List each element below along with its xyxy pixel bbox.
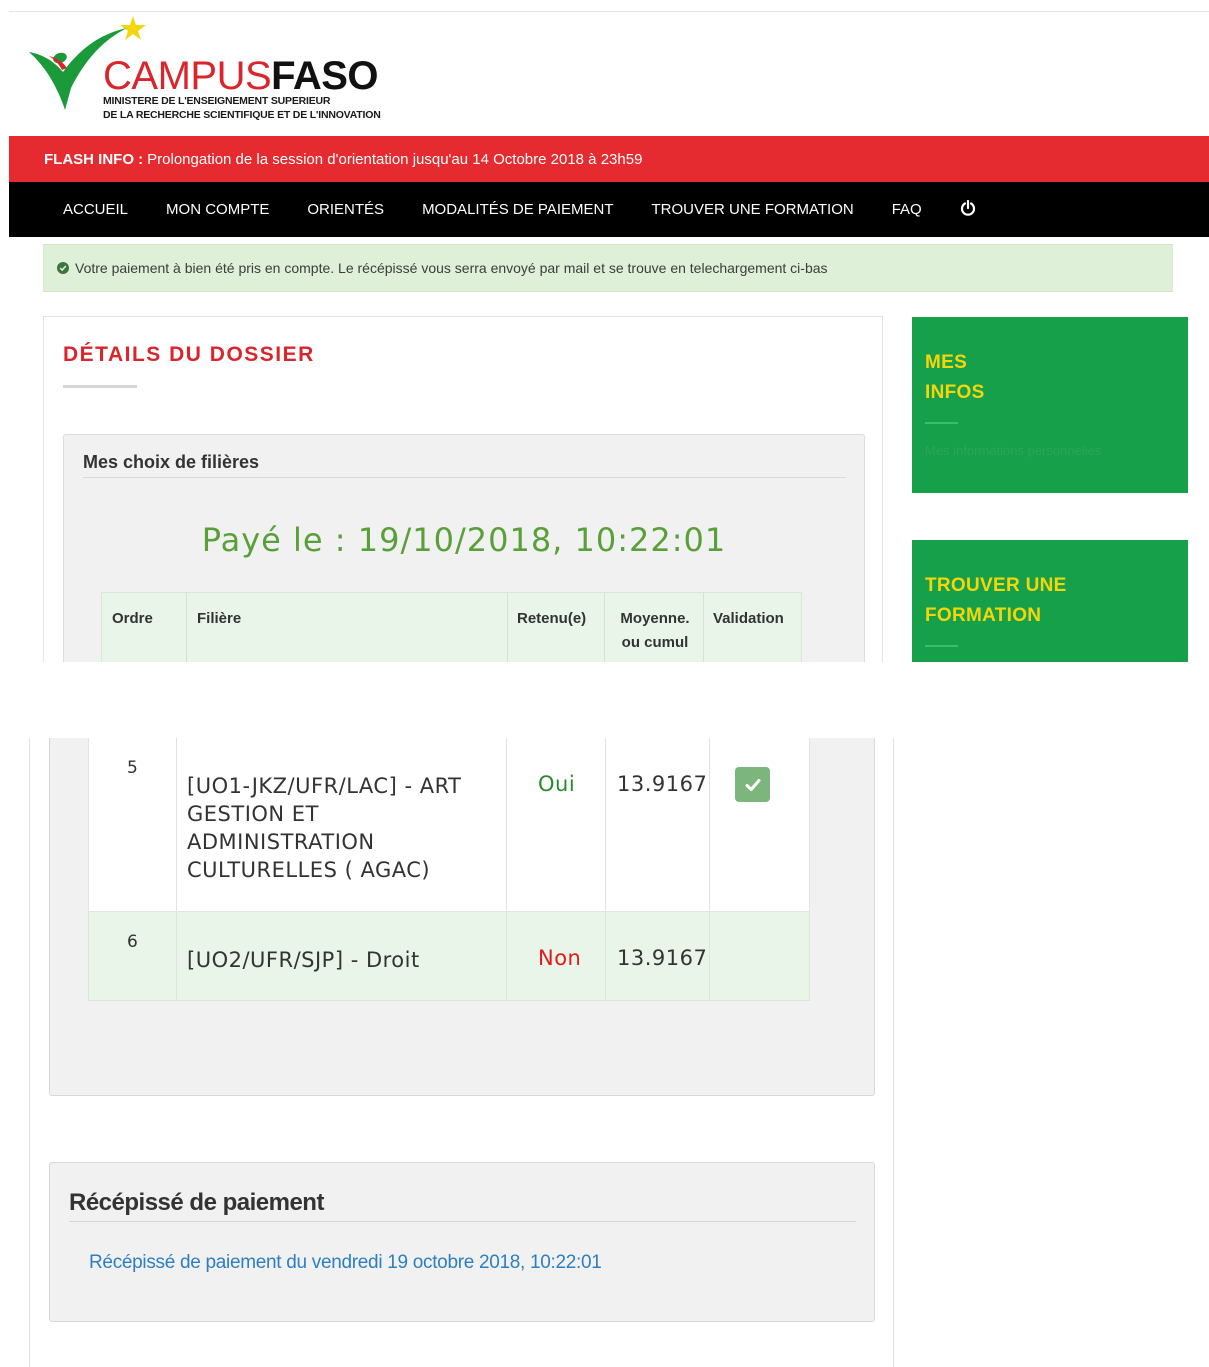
row-moyenne: 13.9167 [617,946,708,970]
receipt-panel: Récépissé de paiement Récépissé de paiem… [49,1162,875,1322]
row-retenu: Non [538,946,582,970]
flash-info-text: Prolongation de la session d'orientation… [147,150,643,168]
campusfaso-logo[interactable]: CAMPUSFASO MINISTERE DE L'ENSEIGNEMENT S… [27,14,447,126]
trouver-formation-title-line2: FORMATION [925,605,1042,626]
header-moyenne: Moyenne. ou cumul [615,607,695,655]
header-moyenne-line1: Moyenne. [620,610,690,627]
cell-divider [709,738,710,911]
choices-panel: Mes choix de filières Payé le : 19/10/20… [63,434,865,662]
alert-text: Votre paiement à bien été pris en compte… [75,260,828,276]
logo-subtitle-line2: DE LA RECHERCHE SCIENTIFIQUE ET DE L'INN… [103,109,381,121]
mes-infos-title-line2: INFOS [925,382,985,403]
title-underline [63,385,137,388]
validated-check-icon [735,767,770,802]
sidebar-mes-infos[interactable]: MES INFOS Mes informations personnelles [912,317,1188,493]
header-divider [604,593,605,662]
logo-word-campus: CAMPUS [103,54,272,98]
cell-divider [506,738,507,911]
panel-divider [83,477,846,478]
sidebar-trouver-formation[interactable]: TROUVER UNE FORMATION [912,540,1188,662]
table-header: Ordre Filière Retenu(e) Moyenne. ou cumu… [101,592,802,662]
header-filiere: Filière [197,610,242,627]
receipt-divider [69,1221,856,1222]
header-divider [703,593,704,662]
top-divider [9,11,1209,12]
mes-infos-rule [925,422,958,424]
row-filiere: [UO1-JKZ/UFR/LAC] - ART GESTION ET ADMIN… [187,774,462,882]
power-icon [960,199,975,216]
card-border-left [29,738,30,1367]
card-border-right [893,738,894,1367]
receipt-download-link[interactable]: Récépissé de paiement du vendredi 19 oct… [89,1252,602,1274]
row-order: 5 [127,758,139,778]
trouver-formation-title: TROUVER UNE FORMATION [925,571,1067,631]
check-circle-icon [57,262,69,274]
header-validation: Validation [713,610,784,627]
trouver-formation-rule [925,645,958,647]
mes-infos-title-line1: MES [925,352,968,373]
table-row: 5 [UO1-JKZ/UFR/LAC] - ART GESTION ET ADM… [88,738,810,911]
logo-subtitle: MINISTERE DE L'ENSEIGNEMENT SUPERIEUR DE… [103,94,381,122]
payment-success-alert: Votre paiement à bien été pris en compte… [43,244,1173,292]
logo-wordmark: CAMPUSFASO [103,54,379,98]
row-moyenne: 13.9167 [617,772,708,796]
nav-faq[interactable]: FAQ [892,201,922,218]
nav-trouver-formation[interactable]: TROUVER UNE FORMATION [651,201,853,218]
receipt-title: Récépissé de paiement [69,1189,324,1216]
row-filiere: [UO2/UFR/SJP] - Droit [187,948,420,972]
choices-title: Mes choix de filières [83,452,260,472]
flash-info-bar: FLASH INFO : Prolongation de la session … [9,136,1209,182]
header-divider [507,593,508,662]
cell-divider [176,738,177,911]
header-retenu: Retenu(e) [517,610,587,627]
nav-orientes[interactable]: ORIENTÉS [307,201,384,218]
mes-infos-link[interactable]: Mes informations personnelles [925,443,1101,458]
trouver-formation-title-line1: TROUVER UNE [925,575,1067,596]
mes-infos-title: MES INFOS [925,348,985,408]
main-nav: ACCUEIL MON COMPTE ORIENTÉS MODALITÉS DE… [9,182,1209,237]
flash-info-label: FLASH INFO : [44,150,144,168]
logo-word-faso: FASO [271,54,379,98]
cell-divider [506,912,507,1000]
nav-mon-compte[interactable]: MON COMPTE [166,201,269,218]
header-moyenne-line2: ou cumul [621,634,689,651]
cell-divider [605,912,606,1000]
dossier-title: DÉTAILS DU DOSSIER [63,343,315,366]
cell-divider [605,738,606,911]
header-divider [186,593,187,662]
row-retenu: Oui [538,772,576,796]
paid-date: Payé le : 19/10/2018, 10:22:01 [201,521,727,559]
cell-divider [176,912,177,1000]
logo-subtitle-line1: MINISTERE DE L'ENSEIGNEMENT SUPERIEUR [103,95,331,107]
dossier-card: DÉTAILS DU DOSSIER Mes choix de filières… [43,316,883,662]
cell-divider [709,912,710,1000]
nav-accueil[interactable]: ACCUEIL [63,201,128,218]
table-row: 6 [UO2/UFR/SJP] - Droit Non 13.9167 [88,911,810,1001]
row-order: 6 [127,932,139,952]
header-ordre: Ordre [112,610,153,627]
logout-button[interactable] [960,199,976,220]
nav-modalites-paiement[interactable]: MODALITÉS DE PAIEMENT [422,201,613,218]
